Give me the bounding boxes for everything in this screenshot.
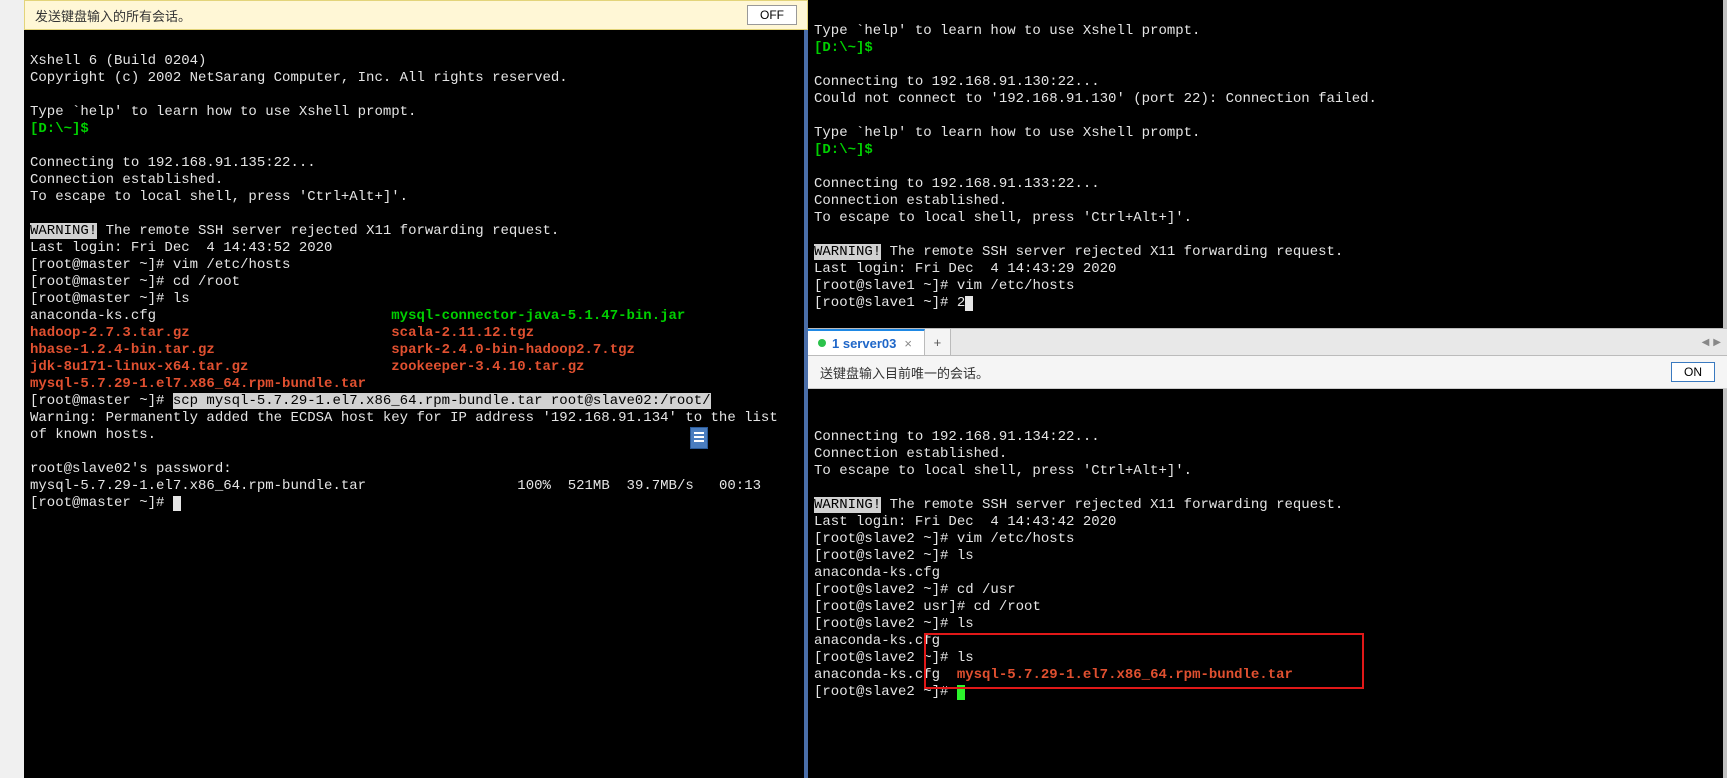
cursor bbox=[957, 685, 965, 700]
notepad-icon[interactable] bbox=[690, 427, 708, 449]
left-banner-text: 发送键盘输入的所有会话。 bbox=[35, 6, 191, 25]
xshell-title: Xshell 6 (Build 0204) bbox=[30, 53, 206, 69]
cursor bbox=[173, 496, 181, 511]
file: anaconda-ks.cfg bbox=[30, 308, 391, 324]
left-banner-off-button[interactable]: OFF bbox=[747, 5, 797, 25]
perm-warning: Warning: Permanently added the ECDSA hos… bbox=[30, 410, 800, 444]
tab-scroll: ◀ ▶ bbox=[1696, 329, 1727, 355]
warning-label: WARNING! bbox=[30, 223, 97, 239]
copyright: Copyright (c) 2002 NetSarang Computer, I… bbox=[30, 70, 568, 86]
right-lower-banner: 送键盘输入目前唯一的会话。 ON bbox=[808, 356, 1727, 389]
file: mysql-5.7.29-1.el7.x86_64.rpm-bundle.tar bbox=[30, 376, 366, 392]
warning-rest: The remote SSH server rejected X11 forwa… bbox=[97, 223, 559, 239]
file: scala-2.11.12.tgz bbox=[391, 325, 534, 341]
tab-label: 1 server03 bbox=[832, 336, 896, 351]
file: spark-2.4.0-bin-hadoop2.7.tgz bbox=[391, 342, 635, 358]
left-banner: 发送键盘输入的所有会话。 OFF bbox=[24, 0, 808, 30]
lastlogin-line: Last login: Fri Dec 4 14:43:52 2020 bbox=[30, 240, 332, 256]
status-dot-icon bbox=[818, 339, 826, 347]
file: mysql-connector-java-5.1.47-bin.jar bbox=[391, 308, 685, 324]
escape-line: To escape to local shell, press 'Ctrl+Al… bbox=[30, 189, 408, 205]
left-terminal[interactable]: Xshell 6 (Build 0204) Copyright (c) 2002… bbox=[24, 30, 808, 778]
right-upper-terminal[interactable]: Type `help' to learn how to use Xshell p… bbox=[808, 0, 1727, 328]
tab-bar: 1 server03 × + ◀ ▶ bbox=[808, 328, 1727, 356]
tab-add-button[interactable]: + bbox=[925, 329, 951, 355]
tab-scroll-left-icon[interactable]: ◀ bbox=[1702, 337, 1710, 348]
file: zookeeper-3.4.10.tar.gz bbox=[391, 359, 584, 375]
connecting-line: Connecting to 192.168.91.135:22... bbox=[30, 155, 316, 171]
right-lower-terminal[interactable]: Connecting to 192.168.91.134:22... Conne… bbox=[808, 389, 1727, 778]
cursor bbox=[965, 296, 973, 311]
tab-close-icon[interactable]: × bbox=[902, 336, 914, 351]
help-line: Type `help' to learn how to use Xshell p… bbox=[30, 104, 416, 120]
xfer-file: mysql-5.7.29-1.el7.x86_64.rpm-bundle.tar bbox=[30, 478, 366, 494]
local-prompt: [D:\~]$ bbox=[30, 121, 89, 137]
tab-server03[interactable]: 1 server03 × bbox=[808, 329, 925, 355]
tab-scroll-right-icon[interactable]: ▶ bbox=[1713, 337, 1721, 348]
mysql-file: mysql-5.7.29-1.el7.x86_64.rpm-bundle.tar bbox=[957, 667, 1293, 683]
banner-text: 送键盘输入目前唯一的会话。 bbox=[820, 363, 989, 382]
banner-on-button[interactable]: ON bbox=[1671, 362, 1715, 382]
file: hadoop-2.7.3.tar.gz bbox=[30, 325, 391, 341]
password-line: root@slave02's password: bbox=[30, 461, 232, 477]
file: hbase-1.2.4-bin.tar.gz bbox=[30, 342, 391, 358]
scp-command: scp mysql-5.7.29-1.el7.x86_64.rpm-bundle… bbox=[173, 393, 711, 409]
connest-line: Connection established. bbox=[30, 172, 223, 188]
file: jdk-8u171-linux-x64.tar.gz bbox=[30, 359, 391, 375]
